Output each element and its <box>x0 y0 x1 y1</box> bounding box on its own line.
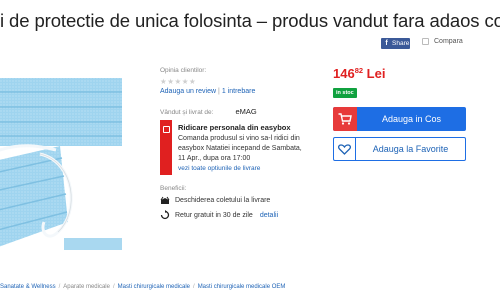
add-to-favorites-label: Adauga la Favorite <box>372 144 449 154</box>
benefit-2-text: Retur gratuit in 30 de zile <box>175 211 253 219</box>
benefit-1-text: Deschiderea coletului la livrare <box>175 197 271 204</box>
facebook-icon: f <box>385 40 388 47</box>
share-label: Share <box>392 40 410 47</box>
compare-checkbox[interactable] <box>422 38 429 45</box>
price-integer: 146 <box>333 66 355 81</box>
add-to-favorites-button[interactable]: Adauga la Favorite <box>333 137 466 161</box>
add-to-cart-label: Adauga in Cos <box>381 114 442 124</box>
rating-stars: ★★★★★ <box>160 77 196 86</box>
opinions-label: Opinia clientilor: <box>160 67 207 74</box>
star-icon: ★ <box>174 77 182 86</box>
breadcrumb-separator: / <box>193 284 195 290</box>
breadcrumb-separator: / <box>58 284 61 290</box>
compare-label: Compara <box>434 38 463 45</box>
breadcrumb-separator: / <box>112 284 115 290</box>
seller-name: eMAG <box>235 107 257 116</box>
return-details-link[interactable]: detalii <box>260 212 278 219</box>
easybox-badge <box>160 120 172 175</box>
benefits-label: Beneficii: <box>160 185 187 192</box>
breadcrumb: Sanatate & Wellness / Aparate medicale / Mas… <box>0 284 285 290</box>
cart-icon <box>333 107 357 131</box>
review-separator: | <box>218 88 220 95</box>
breadcrumb-item[interactable]: Sanatate & Wellness <box>0 284 56 290</box>
return-icon <box>160 210 170 220</box>
add-to-cart-button[interactable]: Adauga in Cos <box>333 107 466 131</box>
facebook-share-button[interactable]: f Share <box>381 38 410 49</box>
package-icon <box>162 126 170 133</box>
product-price: 14682 Lei <box>333 66 385 81</box>
product-image[interactable] <box>0 62 122 250</box>
star-icon: ★ <box>188 77 197 86</box>
seller-label: Vândut și livrat de: <box>160 109 214 116</box>
heart-icon <box>334 138 356 160</box>
breadcrumb-item[interactable]: Aparate medicale <box>63 284 110 290</box>
add-review-link[interactable]: Adauga un review <box>160 88 216 95</box>
compare-toggle[interactable]: Compara <box>422 38 463 45</box>
review-links: Adauga un review | 1 intrebare <box>160 88 255 95</box>
benefit-free-return: Retur gratuit in 30 de zile detalii <box>160 210 278 220</box>
surgical-mask-image <box>0 78 122 250</box>
stock-badge: in stoc <box>333 88 357 98</box>
parcel-open-icon <box>160 196 170 204</box>
easybox-line-1: Comanda produsul si vino sa-l ridici din <box>178 135 300 142</box>
easybox-title: Ridicare personala din easybox <box>178 123 291 132</box>
delivery-options-link[interactable]: vezi toate optiunile de livrare <box>178 165 313 172</box>
star-icon: ★ <box>181 77 189 86</box>
seller-info: Vândut și livrat de: eMAG <box>160 107 257 116</box>
price-decimals: 82 <box>354 66 364 75</box>
easybox-line-3: 11 Apr., dupa ora 17:00 <box>178 155 251 162</box>
easybox-line-2: easybox Natatiei incepand de Sambata, <box>178 145 302 152</box>
breadcrumb-item[interactable]: Masti chirurgicale medicale <box>118 284 190 290</box>
price-currency: Lei <box>366 66 386 81</box>
product-title: i de protectie de unica folosinta – prod… <box>0 10 500 31</box>
benefit-open-parcel: Deschiderea coletului la livrare <box>160 196 270 205</box>
breadcrumb-item[interactable]: Masti chirurgicale medicale OEM <box>198 284 286 290</box>
easybox-delivery-box: Ridicare personala din easybox Comanda p… <box>160 120 310 175</box>
questions-link[interactable]: 1 intrebare <box>222 88 255 95</box>
